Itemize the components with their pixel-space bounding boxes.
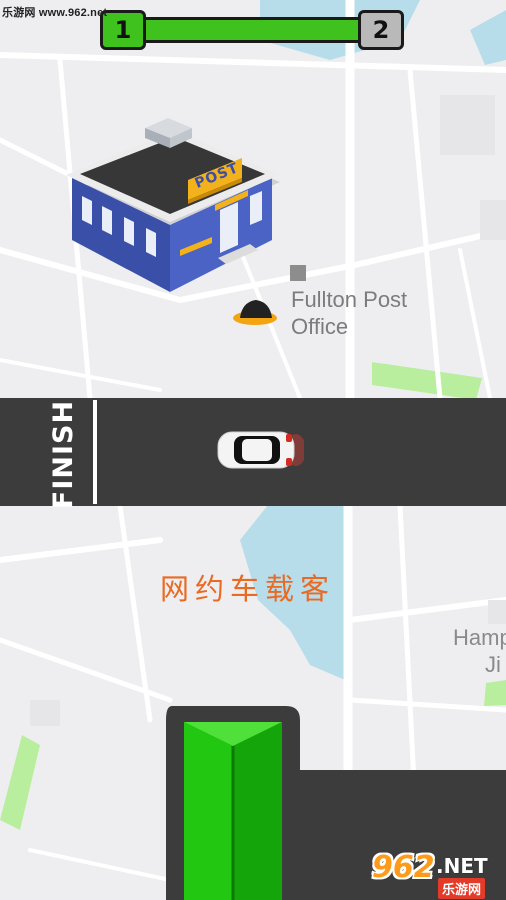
poi-name-line1: Fullton Post bbox=[291, 287, 408, 312]
watermark-logo-number: 962 bbox=[372, 850, 435, 885]
watermark-logo-sub: 乐游网 bbox=[438, 878, 486, 899]
park-strip-3 bbox=[484, 680, 506, 706]
poi-label[interactable]: Fullton Post Office bbox=[291, 286, 441, 340]
taxi-car[interactable] bbox=[212, 428, 304, 472]
next-level-badge: 2 bbox=[358, 10, 404, 50]
game-screen[interactable]: FINISH Fullton Post Office POST Hamp Ji … bbox=[0, 0, 506, 900]
park-strip-1 bbox=[372, 362, 482, 400]
partial-map-label: Hamp Ji bbox=[453, 624, 506, 678]
finish-label: FINISH bbox=[32, 399, 96, 508]
finish-text: FINISH bbox=[48, 399, 80, 509]
level-progress-fill bbox=[144, 20, 360, 40]
watermark-logo: 962 .NET 乐游网 bbox=[366, 848, 502, 899]
partial-map-label-line2: Ji bbox=[485, 652, 501, 677]
map-block bbox=[440, 95, 495, 155]
start-pad bbox=[184, 722, 282, 900]
map-block bbox=[480, 200, 506, 240]
poi-square-marker bbox=[290, 265, 306, 281]
park-strip-2 bbox=[0, 735, 40, 830]
map-block bbox=[30, 700, 60, 726]
map-block bbox=[488, 600, 506, 624]
hat-pin-icon bbox=[233, 300, 277, 325]
poi-name-line2: Office bbox=[291, 314, 349, 339]
watermark-logo-net: .NET bbox=[436, 854, 488, 878]
caption-text: 网约车载客 bbox=[160, 572, 336, 606]
watermark-top: 乐游网 www.962.net bbox=[2, 7, 108, 19]
level-progress-bar bbox=[144, 17, 360, 43]
water-area-right bbox=[470, 10, 506, 65]
partial-map-label-line1: Hamp bbox=[453, 625, 506, 650]
